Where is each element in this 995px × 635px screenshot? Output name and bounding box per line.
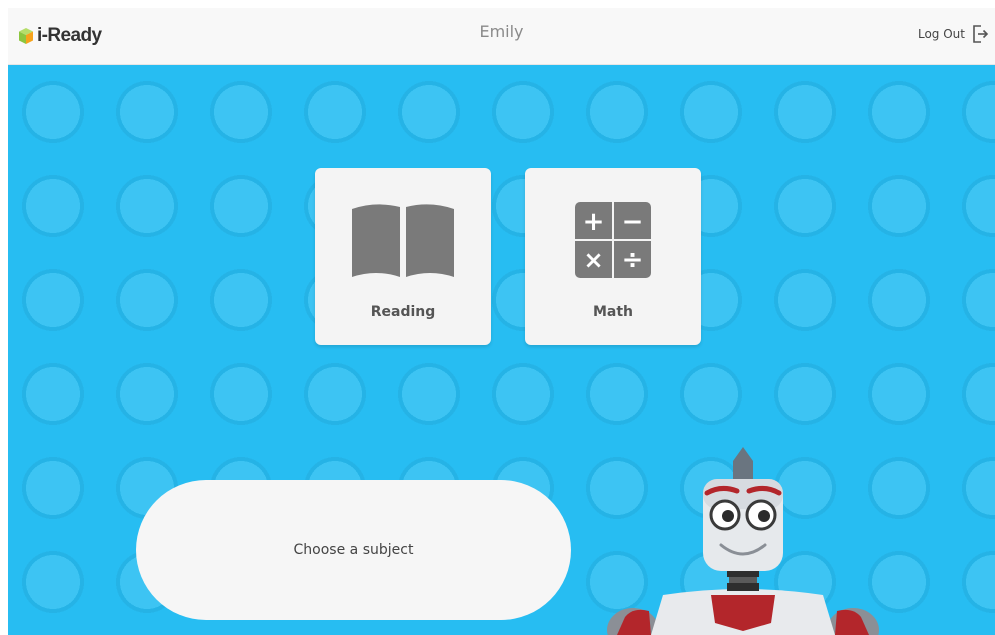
plus-symbol: +: [583, 207, 605, 237]
app-window: i-Ready Emily Log Out Reading + − × ÷ Ma…: [8, 8, 995, 635]
calculator-operations-icon: + − × ÷: [575, 202, 651, 278]
logout-label: Log Out: [917, 27, 965, 41]
math-label: Math: [592, 304, 634, 320]
math-subject-button[interactable]: + − × ÷ Math: [525, 168, 701, 345]
book-icon: [352, 204, 454, 277]
student-name: Emily: [479, 22, 524, 41]
divide-symbol: ÷: [622, 245, 644, 275]
minus-symbol: −: [622, 207, 644, 237]
reading-label: Reading: [370, 304, 436, 320]
logout-icon: [973, 25, 989, 43]
top-bar: i-Ready Emily Log Out: [8, 8, 995, 65]
speech-bubble: Choose a subject: [136, 480, 571, 620]
reading-subject-button[interactable]: Reading: [315, 168, 491, 345]
subject-selection-area: Reading + − × ÷ Math Choose a subject: [8, 65, 995, 635]
choose-subject-prompt: Choose a subject: [293, 542, 414, 558]
times-symbol: ×: [583, 246, 603, 274]
robot-mascot: [607, 447, 879, 635]
logout-button[interactable]: Log Out: [918, 24, 989, 44]
